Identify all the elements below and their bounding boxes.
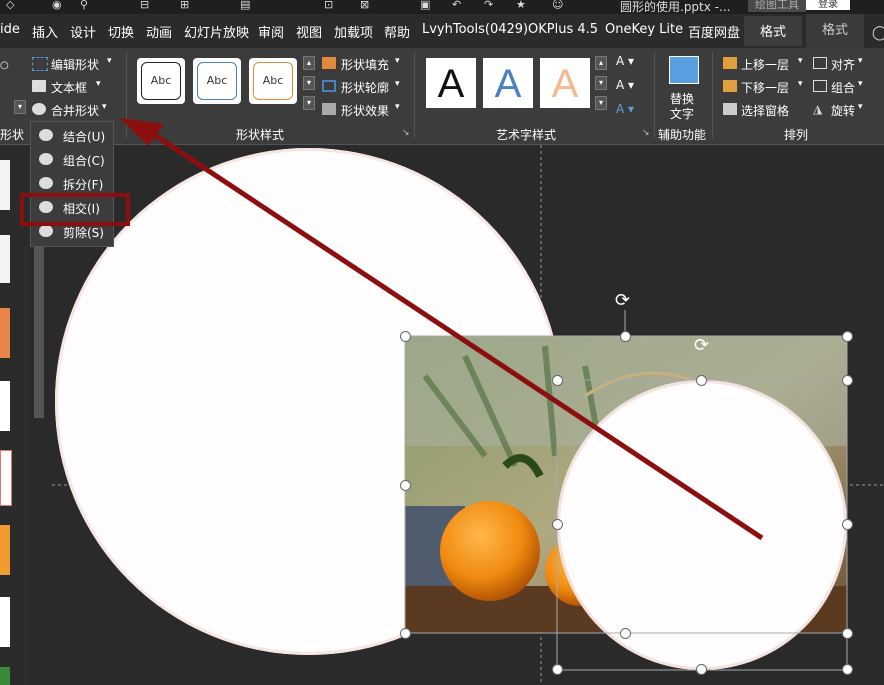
merge-shapes-menu: 结合(U) 组合(C) 拆分(F) 相交(I) 剪除(S) [30, 121, 114, 247]
selection-frames [120, 118, 848, 671]
pointer-arrow-head [120, 118, 164, 146]
resize-handle[interactable] [552, 519, 563, 530]
resize-handle[interactable] [696, 664, 707, 675]
menu-item-fragment[interactable]: 拆分(F) [37, 174, 109, 194]
photo-selection-frame [404, 335, 848, 634]
combine-icon [39, 153, 53, 165]
union-icon [39, 129, 53, 141]
intersect-highlight-box [20, 193, 130, 226]
circle-selection-frame [556, 379, 848, 671]
resize-handle[interactable] [620, 331, 631, 342]
resize-handle[interactable] [400, 480, 411, 491]
menu-item-combine[interactable]: 组合(C) [37, 150, 109, 170]
menu-item-union[interactable]: 结合(U) [37, 126, 109, 146]
resize-handle[interactable] [842, 664, 853, 675]
rotate-handle-icon[interactable]: ⟳ [615, 290, 630, 311]
rotate-handle-icon[interactable]: ⟳ [694, 335, 709, 356]
resize-handle[interactable] [842, 331, 853, 342]
resize-handle[interactable] [400, 331, 411, 342]
resize-handle[interactable] [620, 628, 631, 639]
pointer-arrow-line [148, 129, 764, 541]
resize-handle[interactable] [552, 664, 563, 675]
resize-handle[interactable] [696, 375, 707, 386]
subtract-icon [39, 225, 53, 237]
resize-handle[interactable] [400, 628, 411, 639]
resize-handle[interactable] [842, 375, 853, 386]
fragment-icon [39, 177, 53, 189]
resize-handle[interactable] [842, 628, 853, 639]
resize-handle[interactable] [842, 519, 853, 530]
resize-handle[interactable] [552, 375, 563, 386]
